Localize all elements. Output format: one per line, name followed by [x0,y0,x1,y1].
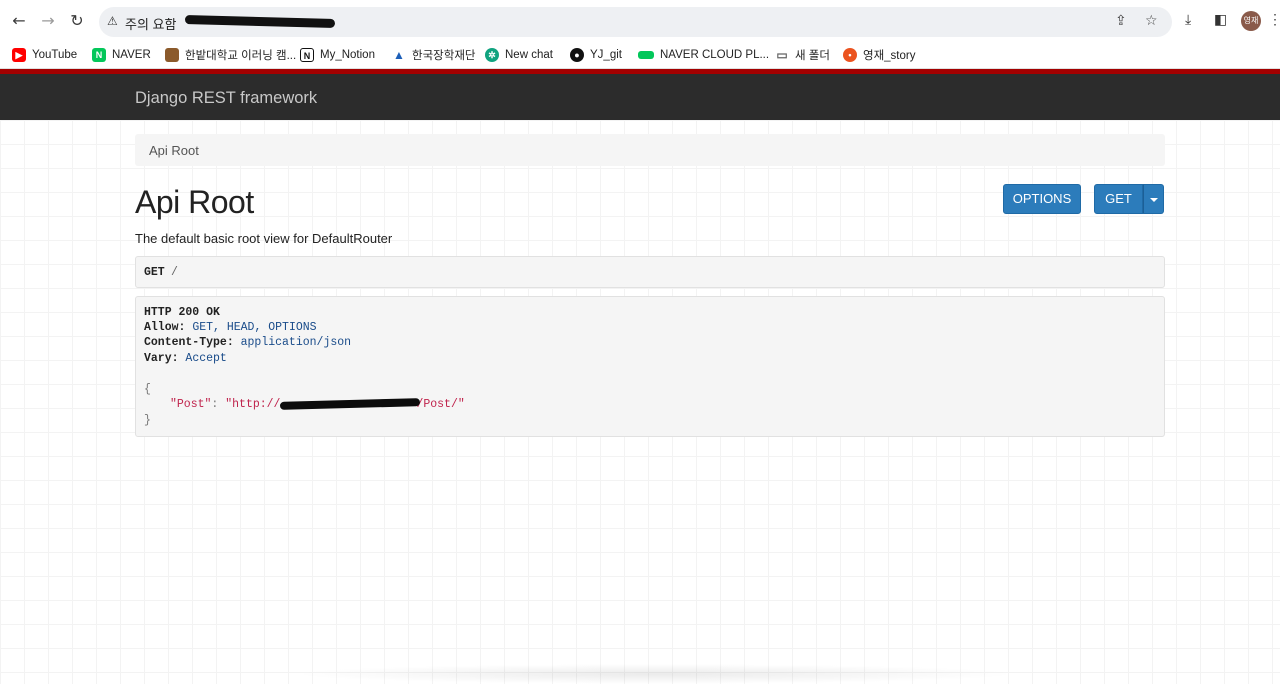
bookmark-scholarship[interactable]: ▲ 한국장학재단 [392,46,475,64]
bookmark-hanbat[interactable]: 한밭대학교 이러닝 캠... [165,46,296,64]
brand-link[interactable]: Django REST framework [135,89,317,108]
naver-cloud-icon [638,51,654,59]
menu-icon[interactable]: ⋮ [1268,11,1280,28]
forward-icon[interactable]: → [37,10,59,32]
response-info: HTTP 200 OK Allow: GET, HEAD, OPTIONS Co… [135,296,1165,437]
json-open-brace: { [144,383,151,396]
bookmarks-bar: ▶ YouTube N NAVER 한밭대학교 이러닝 캠... N My_No… [0,42,1280,69]
back-icon[interactable]: ← [8,10,30,32]
star-icon[interactable]: ☆ [1145,13,1158,29]
breadcrumb-api-root[interactable]: Api Root [149,143,199,158]
security-label: 주의 요함 [125,17,177,32]
bottom-shadow [290,664,1020,684]
bookmark-naver[interactable]: N NAVER [92,46,151,64]
request-info: GET / [135,256,1165,288]
get-button[interactable]: GET [1094,184,1143,214]
youtube-icon: ▶ [12,48,26,62]
response-status: HTTP 200 OK [144,306,220,319]
response-header-content-type: Content-Type: application/json [144,336,352,349]
bookmark-notion[interactable]: N My_Notion [300,46,375,64]
bookmark-tistory[interactable]: • 영재_story [843,46,915,64]
request-method: GET [144,266,165,279]
response-header-allow: Allow: GET, HEAD, OPTIONS [144,321,317,334]
breadcrumb: Api Root [135,134,1165,166]
github-icon: ● [570,48,584,62]
caret-down-icon [1149,197,1158,202]
page-description: The default basic root view for DefaultR… [135,231,393,246]
options-button[interactable]: OPTIONS [1003,184,1081,214]
json-close-brace: } [144,414,151,427]
tistory-icon: • [843,48,857,62]
json-post-entry: "Post": "http:///Post/" [170,398,465,412]
reload-icon[interactable]: ↻ [66,10,88,32]
folder-icon: ▭ [776,48,788,62]
side-panel-icon[interactable]: ◧ [1214,12,1227,28]
response-header-vary: Vary: Accept [144,352,227,365]
format-dropdown-button[interactable] [1143,184,1164,214]
browser-toolbar: ← → ↻ ⚠ 주의 요함 ⇪ ☆ ⤓ ◧ 영재 ⋮ [0,0,1280,42]
naver-icon: N [92,48,106,62]
main-content: Api Root Api Root The default basic root… [0,120,1280,684]
chatgpt-icon: ✲ [485,48,499,62]
page-title: Api Root [135,184,254,220]
download-icon[interactable]: ⤓ [1185,12,1191,28]
redacted-url [184,15,336,28]
address-bar[interactable]: ⚠ 주의 요함 ⇪ ☆ [99,7,1172,37]
warning-icon: ⚠ [107,14,118,28]
graduation-icon: ▲ [393,48,405,62]
bookmark-new-folder[interactable]: ▭ 새 폴더 [775,46,830,64]
bookmark-youtube[interactable]: ▶ YouTube [12,46,77,64]
post-link[interactable]: "http:///Post/" [225,398,465,411]
share-icon[interactable]: ⇪ [1115,13,1127,29]
request-path: / [171,266,178,279]
navbar: Django REST framework [0,74,1280,120]
bookmark-naver-cloud[interactable]: NAVER CLOUD PL... [638,46,769,64]
notion-icon: N [300,48,314,62]
bookmark-github[interactable]: ● YJ_git [570,46,622,64]
avatar[interactable]: 영재 [1241,11,1261,31]
redacted-host [280,398,421,410]
book-icon [165,48,179,62]
bookmark-new-chat[interactable]: ✲ New chat [485,46,553,64]
